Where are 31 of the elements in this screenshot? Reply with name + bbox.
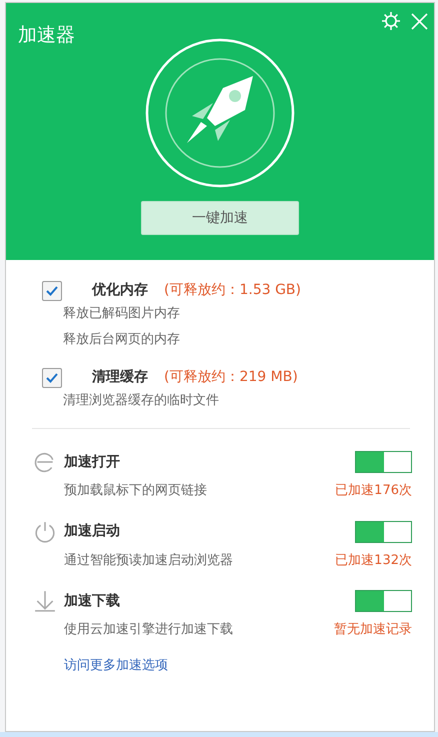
option-description: 释放后台网页的内存 bbox=[63, 331, 181, 349]
window-title: 加速器 bbox=[18, 23, 75, 48]
close-icon[interactable] bbox=[411, 12, 428, 30]
feature-label: 加速下载 bbox=[64, 592, 121, 610]
speedup-count: 已加速176次 bbox=[335, 482, 412, 500]
browser-e-icon bbox=[34, 451, 56, 473]
speedup-count: 已加速132次 bbox=[335, 552, 412, 570]
option-label: 清理缓存 bbox=[92, 368, 148, 387]
more-options-link[interactable]: 访问更多加速选项 bbox=[64, 656, 168, 675]
option-description: 清理浏览器缓存的临时文件 bbox=[63, 392, 220, 410]
power-icon bbox=[34, 520, 56, 542]
option-label: 优化内存 bbox=[92, 281, 148, 300]
download-icon bbox=[34, 590, 56, 612]
checkmark-icon bbox=[46, 372, 58, 382]
settings-icon[interactable] bbox=[381, 11, 401, 31]
checkbox[interactable] bbox=[42, 280, 62, 300]
toggle-switch[interactable] bbox=[355, 590, 412, 612]
checkmark-icon bbox=[46, 286, 58, 296]
feature-label: 加速启动 bbox=[64, 522, 121, 541]
checkbox[interactable] bbox=[42, 368, 62, 388]
feature-label: 加速打开 bbox=[64, 452, 121, 472]
toggle-switch[interactable] bbox=[355, 451, 412, 473]
toggle-switch[interactable] bbox=[355, 520, 412, 542]
option-description: 释放已解码图片内存 bbox=[63, 305, 181, 323]
speedup-count: 暂无加速记录 bbox=[334, 621, 412, 639]
release-estimate: (可释放约：219 MB) bbox=[164, 368, 298, 387]
feature-description: 通过智能预读加速启动浏览器 bbox=[64, 552, 233, 570]
feature-description: 使用云加速引擎进行加速下载 bbox=[64, 621, 233, 639]
boost-button[interactable]: 一键加速 bbox=[141, 201, 299, 235]
release-estimate: (可释放约：1.53 GB) bbox=[164, 281, 301, 300]
feature-description: 预加载鼠标下的网页链接 bbox=[64, 482, 207, 500]
